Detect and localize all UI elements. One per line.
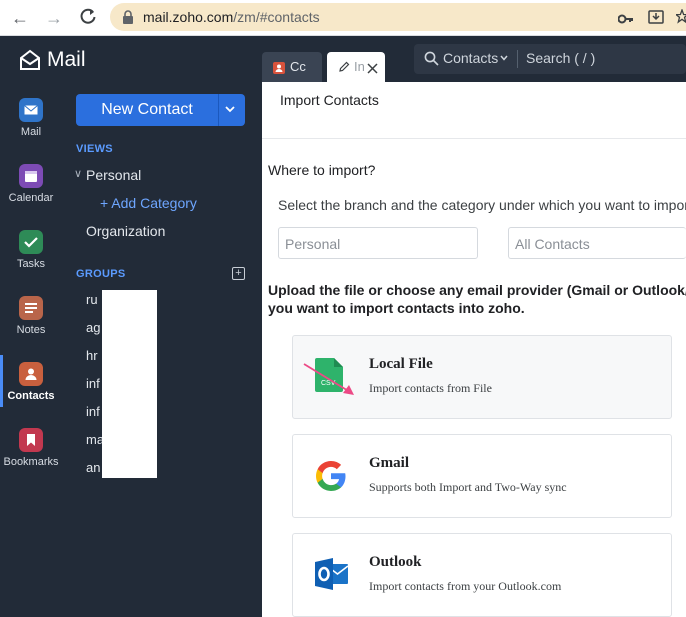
annotation-arrow-icon (303, 363, 354, 395)
add-group-icon[interactable]: + (232, 267, 245, 280)
search-icon (424, 51, 439, 69)
rail-item-notes[interactable]: Notes (0, 296, 62, 336)
rail-label: Notes (16, 324, 46, 336)
where-to-import-heading: Where to import? (268, 162, 376, 178)
branch-category-instructions: Select the branch and the category under… (278, 197, 686, 213)
address-bar[interactable]: mail.zoho.com/zm/#contacts (110, 3, 686, 31)
mail-logo-icon (20, 49, 40, 70)
tab-label: Cc (290, 59, 306, 74)
branch-select-value: Personal (285, 236, 341, 252)
rail-label: Calendar (8, 192, 54, 204)
chevron-down-icon[interactable] (224, 102, 236, 120)
outlook-icon (315, 558, 349, 598)
views-heading: VIEWS (76, 143, 113, 155)
rail-item-mail[interactable]: Mail (0, 98, 62, 138)
close-icon[interactable] (367, 61, 378, 79)
back-icon[interactable]: ← (10, 8, 30, 28)
upload-instructions-line: you want to import contacts into zoho. (268, 300, 525, 316)
upload-instructions: Upload the file or choose any email prov… (268, 281, 686, 317)
notes-icon (19, 296, 43, 320)
search-input[interactable]: Search ( / ) (526, 50, 595, 66)
new-contact-button[interactable]: New Contact (76, 94, 245, 126)
contact-card-icon (273, 61, 285, 79)
app-name: Mail (47, 48, 86, 71)
option-subtitle: Import contacts from File (369, 381, 492, 395)
rail-item-bookmarks[interactable]: Bookmarks (0, 428, 62, 468)
bookmark-icon (19, 428, 43, 452)
forward-icon[interactable]: → (44, 8, 64, 28)
redaction-box (102, 290, 157, 478)
rail-label: Bookmarks (3, 456, 59, 468)
tab-contacts[interactable]: Cc (262, 52, 322, 82)
chevron-down-icon[interactable]: ∨ (74, 167, 82, 180)
rail-item-contacts[interactable]: Contacts (0, 362, 62, 402)
install-icon[interactable] (648, 9, 664, 30)
rail-item-tasks[interactable]: Tasks (0, 230, 62, 270)
url-text: mail.zoho.com/zm/#contacts (143, 9, 320, 25)
option-title: Gmail (369, 455, 409, 471)
groups-heading: GROUPS (76, 268, 126, 280)
contacts-icon (19, 362, 43, 386)
page-title: Import Contacts (280, 92, 379, 108)
option-title: Local File (369, 356, 433, 372)
tasks-icon (19, 230, 43, 254)
view-personal[interactable]: Personal (86, 167, 141, 183)
search-divider (517, 50, 518, 68)
search-scope-dropdown[interactable]: Contacts (443, 50, 498, 66)
option-title: Outlook (369, 554, 422, 570)
upload-instructions-line: Upload the file or choose any email prov… (268, 282, 686, 298)
rail-label: Tasks (16, 258, 46, 270)
google-icon (315, 460, 349, 500)
browser-toolbar: ← → mail.zoho.com/zm/#contacts (0, 0, 686, 36)
key-icon[interactable] (617, 12, 634, 30)
calendar-icon (19, 164, 43, 188)
view-organization[interactable]: Organization (86, 223, 165, 239)
rail-label: Contacts (7, 390, 55, 402)
divider (262, 138, 686, 139)
zoho-mail-app: Mail Mail Calendar Tasks Notes Contacts … (0, 36, 686, 617)
tab-import[interactable]: In (327, 52, 385, 82)
option-subtitle: Supports both Import and Two-Way sync (369, 480, 567, 494)
branch-select[interactable]: Personal (278, 227, 478, 259)
lock-icon (122, 10, 134, 29)
category-select-value: All Contacts (515, 236, 590, 252)
new-contact-label: New Contact (101, 101, 193, 118)
tab-label: In (354, 59, 364, 74)
app-logo[interactable]: Mail (19, 48, 86, 72)
rail-label: Mail (20, 126, 42, 138)
rail-item-calendar[interactable]: Calendar (0, 164, 62, 204)
reload-icon[interactable] (78, 8, 98, 28)
option-subtitle: Import contacts from your Outlook.com (369, 579, 562, 593)
star-icon[interactable] (674, 8, 686, 30)
chevron-down-icon[interactable] (499, 50, 509, 66)
mail-icon (19, 98, 43, 122)
button-divider (218, 94, 219, 126)
pencil-icon (338, 60, 350, 78)
import-option-outlook[interactable]: Outlook Import contacts from your Outloo… (292, 533, 672, 617)
add-category-link[interactable]: + Add Category (100, 195, 197, 211)
import-option-gmail[interactable]: Gmail Supports both Import and Two-Way s… (292, 434, 672, 518)
search-bar[interactable]: Contacts Search ( / ) (414, 44, 686, 74)
import-contacts-panel: Import Contacts Where to import? Select … (262, 82, 686, 617)
category-select[interactable]: All Contacts (508, 227, 686, 259)
